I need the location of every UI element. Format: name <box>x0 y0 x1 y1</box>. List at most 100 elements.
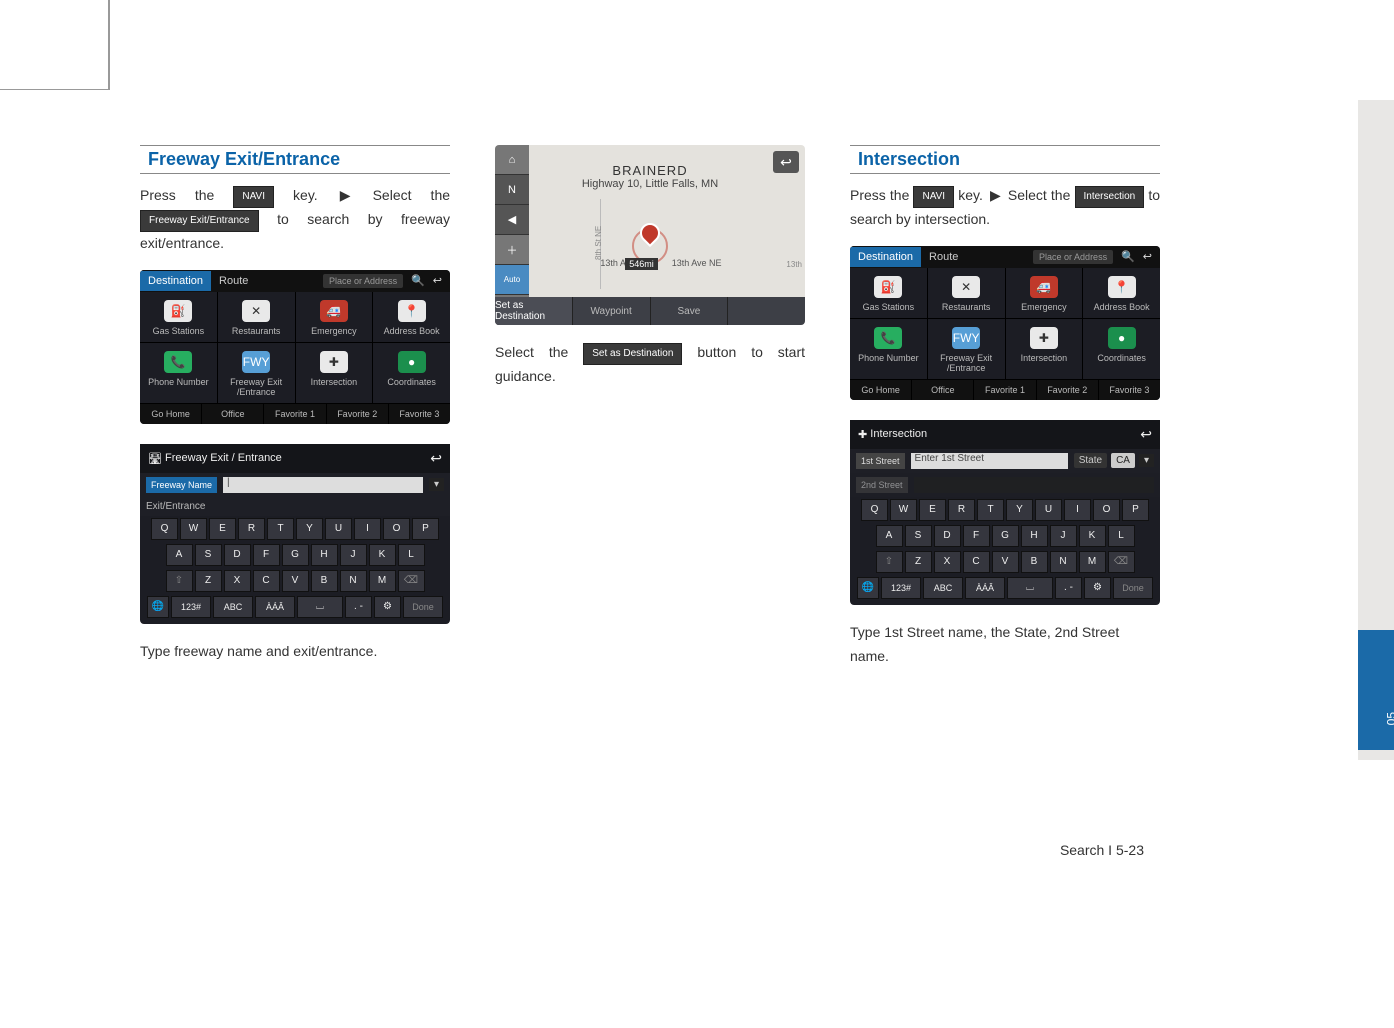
back-icon[interactable]: ↩ <box>1143 250 1152 263</box>
key-Y[interactable]: Y <box>296 518 323 540</box>
card-emergency[interactable]: 🚑Emergency <box>1006 268 1084 319</box>
key-R[interactable]: R <box>238 518 265 540</box>
map-waypoint-button[interactable]: Waypoint <box>573 297 651 325</box>
key-O[interactable]: O <box>383 518 410 540</box>
key-K[interactable]: K <box>1079 525 1106 547</box>
key-D[interactable]: D <box>934 525 961 547</box>
card-address-book[interactable]: 📍Address Book <box>373 292 450 343</box>
key-⌫[interactable]: ⌫ <box>398 570 425 592</box>
key-ABC[interactable]: ABC <box>213 596 253 618</box>
key-ABC[interactable]: ABC <box>923 577 963 599</box>
key-123#[interactable]: 123# <box>881 577 921 599</box>
key-T[interactable]: T <box>977 499 1004 521</box>
key-B[interactable]: B <box>1021 551 1048 573</box>
key-Z[interactable]: Z <box>195 570 222 592</box>
fav-office[interactable]: Office <box>202 404 264 424</box>
freeway-name-input[interactable]: | <box>223 477 423 493</box>
map-zoom-in[interactable]: ＋ <box>495 235 529 265</box>
fav-1[interactable]: Favorite 1 <box>264 404 326 424</box>
card-intersection[interactable]: ✚Intersection <box>296 343 374 404</box>
key-Y[interactable]: Y <box>1006 499 1033 521</box>
key-ÀÁÂ[interactable]: ÀÁÂ <box>965 577 1005 599</box>
key-. -[interactable]: . - <box>1055 577 1082 599</box>
fav-go-home[interactable]: Go Home <box>850 380 912 400</box>
key-⇧[interactable]: ⇧ <box>166 570 193 592</box>
key-E[interactable]: E <box>919 499 946 521</box>
back-icon[interactable]: ↩ <box>430 450 442 467</box>
key-. -[interactable]: . - <box>345 596 372 618</box>
card-coordinates[interactable]: ●Coordinates <box>1083 319 1160 380</box>
dropdown-icon[interactable]: ▾ <box>429 478 444 491</box>
card-intersection[interactable]: ✚Intersection <box>1006 319 1084 380</box>
fav-2[interactable]: Favorite 2 <box>327 404 389 424</box>
search-input[interactable]: Place or Address <box>1033 250 1113 264</box>
key-K[interactable]: K <box>369 544 396 566</box>
key-F[interactable]: F <box>253 544 280 566</box>
card-phone-number[interactable]: 📞Phone Number <box>140 343 218 404</box>
key-L[interactable]: L <box>1108 525 1135 547</box>
card-restaurants[interactable]: ✕Restaurants <box>218 292 296 343</box>
search-input[interactable]: Place or Address <box>323 274 403 288</box>
fav-1[interactable]: Favorite 1 <box>974 380 1036 400</box>
fav-3[interactable]: Favorite 3 <box>1099 380 1160 400</box>
key-C[interactable]: C <box>253 570 280 592</box>
key-R[interactable]: R <box>948 499 975 521</box>
card-freeway-exit-entrance[interactable]: FWYFreeway Exit /Entrance <box>218 343 296 404</box>
key-H[interactable]: H <box>311 544 338 566</box>
map-more-button[interactable] <box>728 297 805 325</box>
back-icon[interactable]: ↩ <box>433 274 442 287</box>
fav-office[interactable]: Office <box>912 380 974 400</box>
tab-route[interactable]: Route <box>211 271 256 291</box>
key-⌫[interactable]: ⌫ <box>1108 551 1135 573</box>
key-M[interactable]: M <box>369 570 396 592</box>
key-B[interactable]: B <box>311 570 338 592</box>
key-L[interactable]: L <box>398 544 425 566</box>
key-V[interactable]: V <box>282 570 309 592</box>
map-auto-button[interactable]: Auto <box>495 265 529 295</box>
key-G[interactable]: G <box>282 544 309 566</box>
key-␣[interactable]: ⌴ <box>297 596 343 618</box>
key-Z[interactable]: Z <box>905 551 932 573</box>
key-X[interactable]: X <box>224 570 251 592</box>
key-␣[interactable]: ⌴ <box>1007 577 1053 599</box>
key-123#[interactable]: 123# <box>171 596 211 618</box>
first-street-input[interactable]: Enter 1st Street <box>911 453 1068 469</box>
map-set-destination-button[interactable]: Set as Destination <box>495 297 573 325</box>
card-restaurants[interactable]: ✕Restaurants <box>928 268 1006 319</box>
key-P[interactable]: P <box>412 518 439 540</box>
dropdown-icon[interactable]: ▾ <box>1139 454 1154 467</box>
map-save-button[interactable]: Save <box>651 297 729 325</box>
key-U[interactable]: U <box>1035 499 1062 521</box>
card-freeway-exit-entrance[interactable]: FWYFreeway Exit /Entrance <box>928 319 1006 380</box>
back-icon[interactable]: ↩ <box>1140 426 1152 443</box>
key-G[interactable]: G <box>992 525 1019 547</box>
fav-go-home[interactable]: Go Home <box>140 404 202 424</box>
key-P[interactable]: P <box>1122 499 1149 521</box>
key-I[interactable]: I <box>354 518 381 540</box>
key-Done[interactable]: Done <box>1113 577 1153 599</box>
fav-2[interactable]: Favorite 2 <box>1037 380 1099 400</box>
tab-destination[interactable]: Destination <box>140 271 211 291</box>
key-F[interactable]: F <box>963 525 990 547</box>
key-C[interactable]: C <box>963 551 990 573</box>
key-⚙[interactable]: ⚙ <box>1084 577 1111 599</box>
key-J[interactable]: J <box>1050 525 1077 547</box>
key-J[interactable]: J <box>340 544 367 566</box>
key-E[interactable]: E <box>209 518 236 540</box>
key-D[interactable]: D <box>224 544 251 566</box>
key-globe[interactable]: 🌐 <box>147 596 169 618</box>
key-S[interactable]: S <box>905 525 932 547</box>
key-U[interactable]: U <box>325 518 352 540</box>
key-W[interactable]: W <box>180 518 207 540</box>
card-phone-number[interactable]: 📞Phone Number <box>850 319 928 380</box>
tab-destination[interactable]: Destination <box>850 247 921 267</box>
key-⇧[interactable]: ⇧ <box>876 551 903 573</box>
card-gas-stations[interactable]: ⛽Gas Stations <box>850 268 928 319</box>
map-mute-button[interactable]: ◀ <box>495 205 529 235</box>
state-value[interactable]: CA <box>1111 453 1135 468</box>
key-ÀÁÂ[interactable]: ÀÁÂ <box>255 596 295 618</box>
key-Q[interactable]: Q <box>861 499 888 521</box>
key-N[interactable]: N <box>1050 551 1077 573</box>
key-N[interactable]: N <box>340 570 367 592</box>
card-coordinates[interactable]: ●Coordinates <box>373 343 450 404</box>
